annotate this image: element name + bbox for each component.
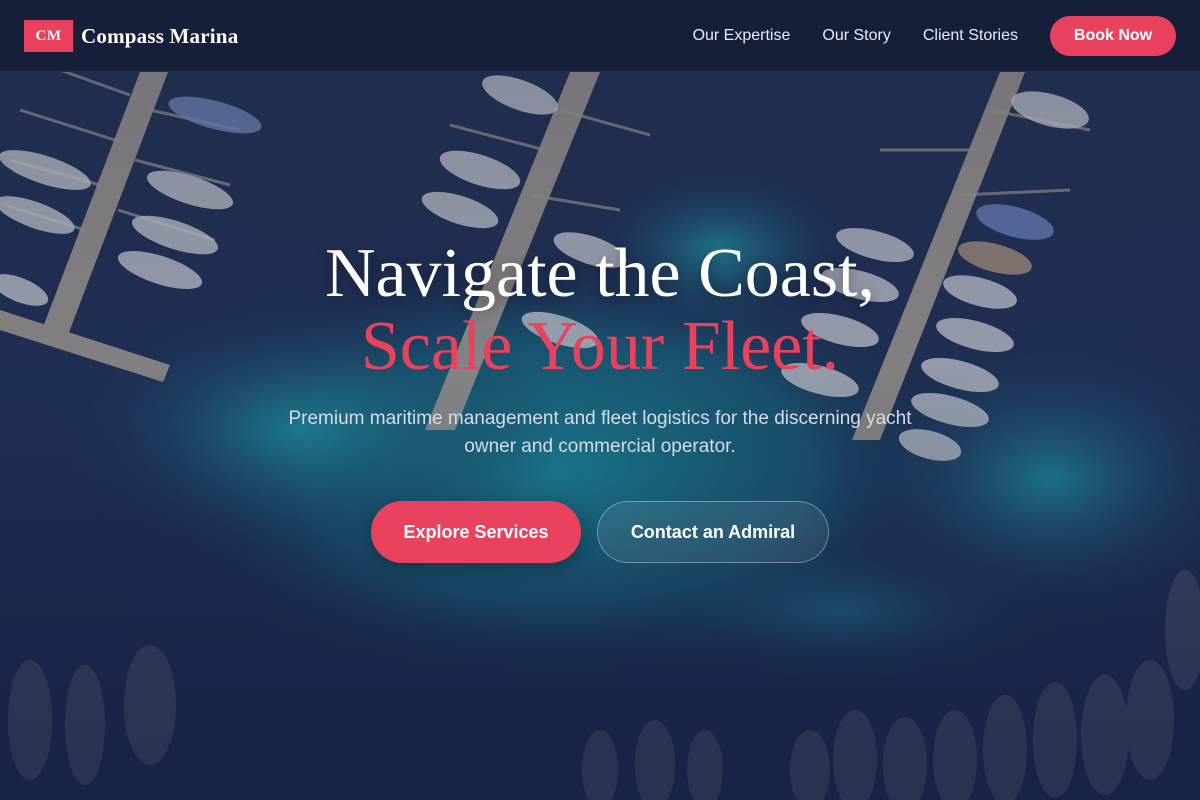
hero-headline-line2: Scale Your Fleet.	[360, 308, 840, 385]
hero-overlay	[0, 0, 1200, 800]
brand-badge: CM	[24, 20, 73, 52]
main-navigation: Our Expertise Our Story Client Stories	[661, 0, 1018, 72]
hero-headline-line1: Navigate the Coast,	[324, 235, 876, 312]
explore-services-button[interactable]: Explore Services	[371, 501, 581, 563]
brand-logo-link[interactable]: CM Compass Marina	[24, 20, 238, 52]
nav-link-our-story[interactable]: Our Story	[822, 27, 890, 45]
nav-link-client-stories[interactable]: Client Stories	[923, 27, 1018, 45]
brand-name: Compass Marina	[81, 23, 239, 48]
book-now-button[interactable]: Book Now	[1050, 16, 1176, 56]
top-navbar: CM Compass Marina Our Expertise Our Stor…	[0, 0, 1200, 72]
nav-link-our-expertise[interactable]: Our Expertise	[693, 27, 791, 45]
contact-admiral-button[interactable]: Contact an Admiral	[597, 501, 829, 563]
hero-subtitle: Premium maritime management and fleet lo…	[288, 408, 912, 457]
